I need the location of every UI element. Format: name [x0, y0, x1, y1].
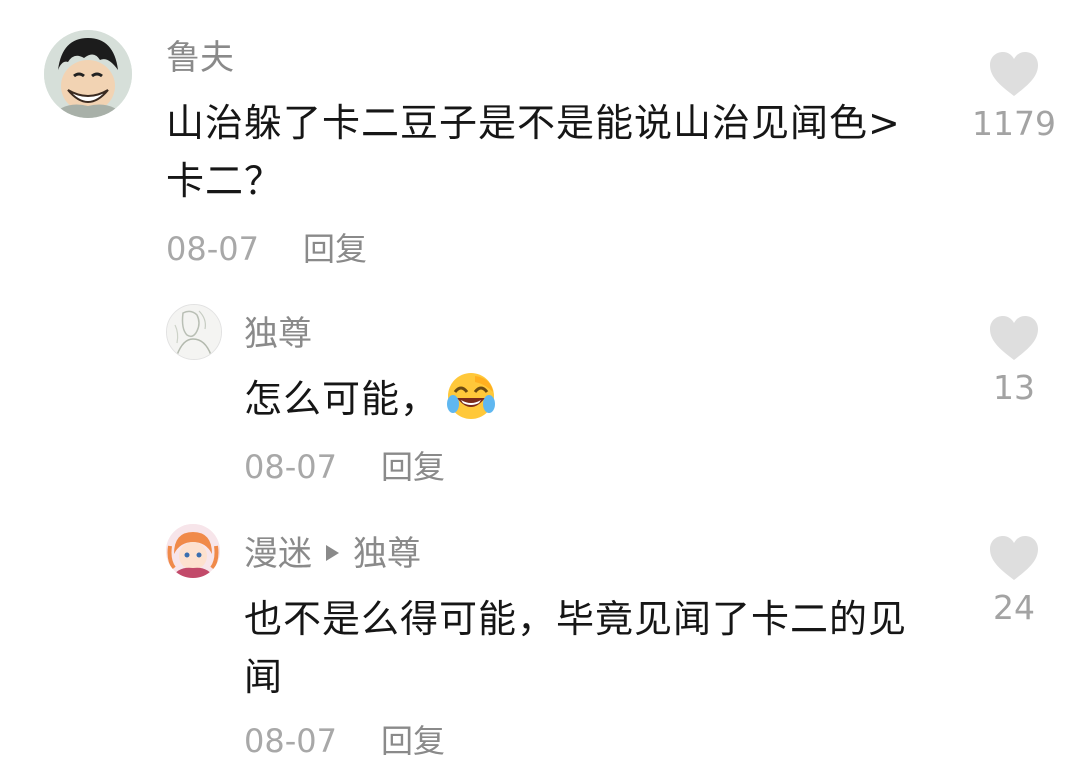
comment-text: 山治躲了卡二豆子是不是能说山治见闻色>卡二？: [166, 101, 901, 203]
reply-username: 漫迷 独尊: [244, 534, 421, 574]
like-button[interactable]: 1179: [959, 50, 1069, 144]
reply-button[interactable]: 回复: [381, 448, 445, 486]
comment-item: 鲁夫 山治躲了卡二豆子是不是能说山治见闻色>卡二？ 08-07 回复 1179: [0, 0, 1080, 280]
sketch-avatar-icon: [167, 305, 221, 359]
avatar[interactable]: [166, 304, 222, 360]
reply-item: 独尊 怎么可能， 08-07 回复 13: [0, 280, 1080, 500]
heart-icon[interactable]: [988, 314, 1040, 362]
comment-date: 08-07: [166, 230, 259, 268]
anime-girl-avatar-icon: [166, 524, 220, 578]
reply-arrow-icon: [326, 545, 339, 561]
luffy-avatar-icon: [44, 30, 132, 118]
reply-meta: 08-07 回复: [244, 448, 445, 486]
like-count: 24: [993, 588, 1035, 627]
reply-meta: 08-07 回复: [244, 722, 445, 760]
reply-date: 08-07: [244, 722, 337, 760]
reply-text-content: 怎么可能，: [244, 377, 440, 421]
comment-username[interactable]: 鲁夫: [166, 38, 234, 78]
comment-meta: 08-07 回复: [166, 230, 367, 268]
heart-icon[interactable]: [988, 50, 1040, 98]
like-count: 13: [993, 368, 1035, 407]
reply-text: 也不是么得可能，毕竟见闻了卡二的见闻: [244, 597, 908, 699]
reply-item: 漫迷 独尊 也不是么得可能，毕竟见闻了卡二的见闻 08-07 回复 24: [0, 500, 1080, 760]
heart-icon[interactable]: [988, 534, 1040, 582]
reply-text: 怎么可能，: [244, 370, 934, 438]
like-button[interactable]: 24: [959, 534, 1069, 628]
laughing-crying-emoji-icon: [445, 370, 497, 438]
like-count: 1179: [972, 104, 1056, 143]
reply-date: 08-07: [244, 448, 337, 486]
like-button[interactable]: 13: [959, 314, 1069, 408]
reply-button[interactable]: 回复: [381, 722, 445, 760]
avatar[interactable]: [44, 30, 132, 118]
avatar[interactable]: [166, 524, 220, 578]
reply-author[interactable]: 漫迷: [244, 534, 312, 574]
reply-target-user[interactable]: 独尊: [353, 534, 421, 574]
reply-button[interactable]: 回复: [303, 230, 367, 268]
reply-username[interactable]: 独尊: [244, 314, 312, 354]
